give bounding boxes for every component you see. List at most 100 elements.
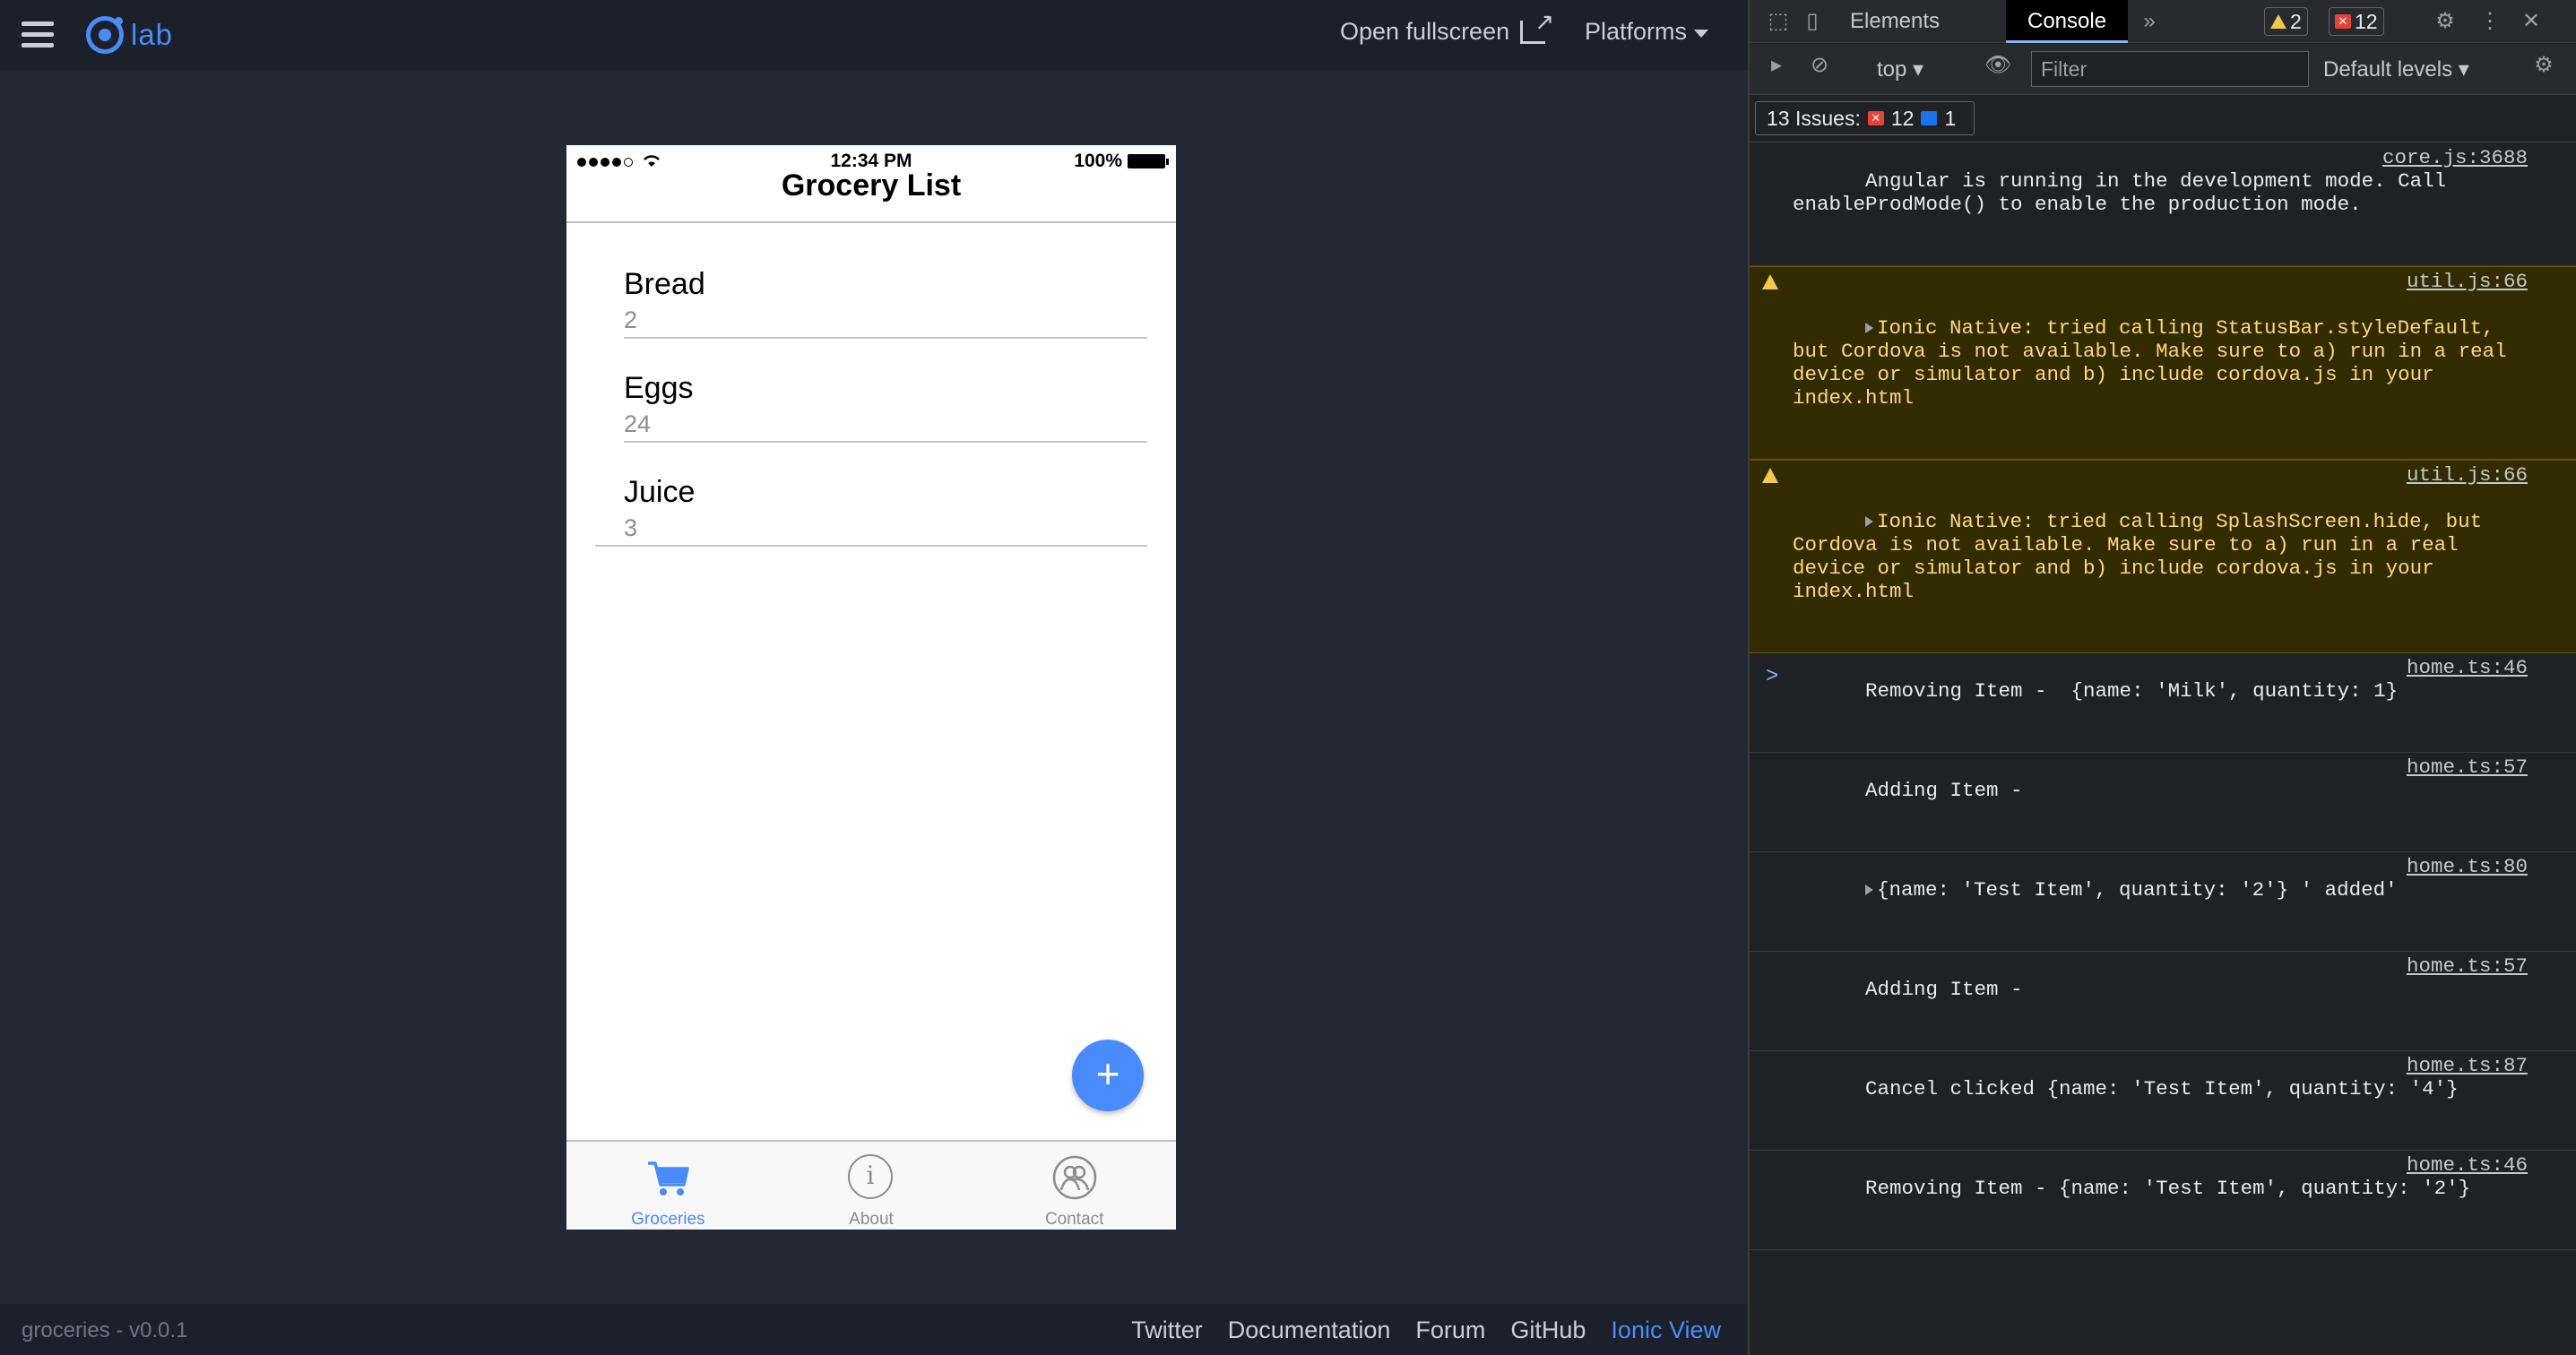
info-message-icon bbox=[1921, 111, 1938, 125]
devtools-tabbar: ⬚ ▯ Elements Console » 2 ✕ 12 ⚙ ⋮ ✕ bbox=[1750, 0, 2576, 43]
context-label: top bbox=[1877, 57, 1907, 82]
contacts-icon bbox=[1051, 1154, 1098, 1201]
message-source-link[interactable]: home.ts:46 bbox=[2407, 1153, 2528, 1177]
console-prompt[interactable]: > bbox=[1766, 665, 1778, 689]
dropdown-arrow-icon: ▾ bbox=[2458, 57, 2469, 82]
console-message: Angular is running in the development mo… bbox=[1750, 143, 2576, 266]
ionic-view-link[interactable]: Ionic View bbox=[1611, 1316, 1721, 1344]
battery-icon bbox=[1128, 154, 1169, 168]
message-text: Ionic Native: tried calling SplashScreen… bbox=[1793, 510, 2494, 603]
console-message: Removing Item - {name: 'Milk', quantity:… bbox=[1750, 653, 2576, 753]
close-icon[interactable]: ✕ bbox=[2519, 9, 2544, 34]
error-icon: ✕ bbox=[1867, 111, 1884, 125]
platforms-dropdown[interactable]: Platforms bbox=[1585, 18, 1709, 46]
message-source-link[interactable]: util.js:66 bbox=[2407, 270, 2528, 293]
expand-arrow-icon[interactable] bbox=[1865, 516, 1874, 527]
message-source-link[interactable]: home.ts:80 bbox=[2407, 855, 2528, 878]
dropdown-arrow-icon: ▾ bbox=[1913, 57, 1924, 82]
list-item[interactable]: Juice 3 bbox=[595, 443, 1147, 547]
forum-link[interactable]: Forum bbox=[1415, 1316, 1485, 1344]
message-text: {name: 'Test Item', quantity: '2'} ' add… bbox=[1877, 878, 2398, 902]
item-quantity: 3 bbox=[624, 514, 638, 541]
twitter-link[interactable]: Twitter bbox=[1131, 1316, 1203, 1344]
external-link-icon bbox=[1520, 8, 1554, 44]
tab-label: Contact bbox=[1044, 1210, 1104, 1229]
lab-logo-text: lab bbox=[131, 18, 174, 51]
message-source-link[interactable]: util.js:66 bbox=[2407, 463, 2528, 487]
tab-console[interactable]: Console bbox=[2006, 0, 2129, 43]
platforms-label: Platforms bbox=[1585, 18, 1688, 45]
inspect-element-icon[interactable]: ⬚ bbox=[1766, 9, 1791, 34]
error-count: 12 bbox=[2355, 9, 2378, 33]
item-name: Eggs bbox=[624, 371, 694, 405]
open-fullscreen-button[interactable]: Open fullscreen bbox=[1340, 8, 1554, 46]
tab-about[interactable]: i About bbox=[770, 1142, 973, 1230]
console-settings-icon[interactable]: ⚙ bbox=[2531, 53, 2556, 78]
issues-info-count: 1 bbox=[1944, 106, 1957, 130]
kebab-menu-icon[interactable]: ⋮ bbox=[2477, 9, 2503, 34]
message-source-link[interactable]: home.ts:87 bbox=[2407, 1054, 2528, 1077]
message-text: Removing Item - {name: 'Milk', quantity:… bbox=[1865, 679, 2399, 703]
errors-badge[interactable]: ✕ 12 bbox=[2329, 7, 2384, 36]
console-filter-input[interactable] bbox=[2031, 51, 2309, 87]
device-toolbar-icon[interactable]: ▯ bbox=[1800, 9, 1825, 34]
log-levels-label: Default levels bbox=[2323, 57, 2453, 82]
chevron-down-icon bbox=[1694, 30, 1709, 38]
warning-icon bbox=[2270, 14, 2286, 29]
tab-elements[interactable]: Elements bbox=[1828, 0, 1961, 43]
message-text: Removing Item - {name: 'Test Item', quan… bbox=[1865, 1177, 2471, 1200]
navbar-divider bbox=[566, 221, 1176, 223]
list-item[interactable]: Eggs 24 bbox=[624, 339, 1147, 443]
issues-error-count: 12 bbox=[1890, 106, 1915, 130]
message-text: Adding Item - bbox=[1865, 978, 2023, 1001]
add-item-button[interactable]: + bbox=[1072, 1040, 1144, 1111]
console-message: Adding Item - home.ts:57 bbox=[1750, 952, 2576, 1051]
tab-groceries[interactable]: Groceries bbox=[566, 1142, 770, 1230]
console-message: Cancel clicked {name: 'Test Item', quant… bbox=[1750, 1051, 2576, 1151]
tab-label: Groceries bbox=[631, 1210, 705, 1229]
open-fullscreen-label: Open fullscreen bbox=[1340, 18, 1510, 45]
app-version: groceries - v0.0.1 bbox=[22, 1318, 188, 1342]
tab-contact[interactable]: Contact bbox=[972, 1142, 1176, 1230]
error-icon: ✕ bbox=[2335, 14, 2351, 29]
issues-button[interactable]: 13 Issues: ✕ 12 1 bbox=[1755, 101, 1975, 135]
warnings-badge[interactable]: 2 bbox=[2264, 7, 2308, 36]
context-selector[interactable]: top ▾ bbox=[1877, 56, 1923, 82]
item-quantity: 24 bbox=[624, 410, 652, 437]
lab-header: lab Open fullscreen Platforms bbox=[0, 0, 1748, 70]
lab-logo: lab bbox=[86, 16, 173, 54]
menu-icon[interactable] bbox=[22, 22, 54, 48]
message-source-link[interactable]: home.ts:57 bbox=[2407, 954, 2528, 978]
expand-arrow-icon[interactable] bbox=[1865, 885, 1874, 895]
clear-console-icon[interactable]: ⊘ bbox=[1807, 53, 1832, 78]
console-messages: Angular is running in the development mo… bbox=[1750, 143, 2576, 1250]
message-text: Angular is running in the development mo… bbox=[1793, 169, 2459, 216]
eye-icon[interactable]: 👁 bbox=[1984, 53, 2011, 78]
sidebar-toggle-icon[interactable]: ▸ bbox=[1764, 53, 1789, 78]
cart-icon bbox=[644, 1154, 691, 1201]
page-title: Grocery List bbox=[781, 168, 962, 203]
issues-label: 13 Issues: bbox=[1767, 106, 1861, 130]
grocery-list: Bread 2 Eggs 24 Juice 3 bbox=[595, 235, 1147, 547]
message-source-link[interactable]: home.ts:46 bbox=[2407, 656, 2528, 679]
documentation-link[interactable]: Documentation bbox=[1228, 1316, 1391, 1344]
tab-label: About bbox=[849, 1210, 894, 1229]
console-message: Adding Item - home.ts:57 bbox=[1750, 753, 2576, 852]
more-tabs-icon[interactable]: » bbox=[2137, 9, 2162, 34]
warning-icon bbox=[1762, 468, 1778, 483]
console-toolbar: ▸ ⊘ top ▾ 👁 Default levels ▾ ⚙ bbox=[1750, 44, 2576, 95]
devtools-panel: ⬚ ▯ Elements Console » 2 ✕ 12 ⚙ ⋮ ✕ ▸ ⊘ … bbox=[1748, 0, 2576, 1355]
expand-arrow-icon[interactable] bbox=[1865, 323, 1874, 333]
tab-bar: Groceries i About Contact bbox=[566, 1140, 1176, 1230]
message-text: Cancel clicked {name: 'Test Item', quant… bbox=[1865, 1077, 2459, 1100]
footer-links: Twitter Documentation Forum GitHub Ionic… bbox=[1131, 1316, 1721, 1344]
message-source-link[interactable]: core.js:3688 bbox=[2382, 146, 2528, 169]
warning-icon bbox=[1762, 274, 1778, 289]
list-item[interactable]: Bread 2 bbox=[624, 235, 1147, 339]
message-source-link[interactable]: home.ts:57 bbox=[2407, 755, 2528, 779]
log-levels-dropdown[interactable]: Default levels ▾ bbox=[2323, 56, 2469, 82]
item-name: Juice bbox=[624, 475, 696, 509]
console-message: {name: 'Test Item', quantity: '2'} ' add… bbox=[1750, 852, 2576, 952]
github-link[interactable]: GitHub bbox=[1510, 1316, 1586, 1344]
gear-icon[interactable]: ⚙ bbox=[2433, 9, 2458, 34]
